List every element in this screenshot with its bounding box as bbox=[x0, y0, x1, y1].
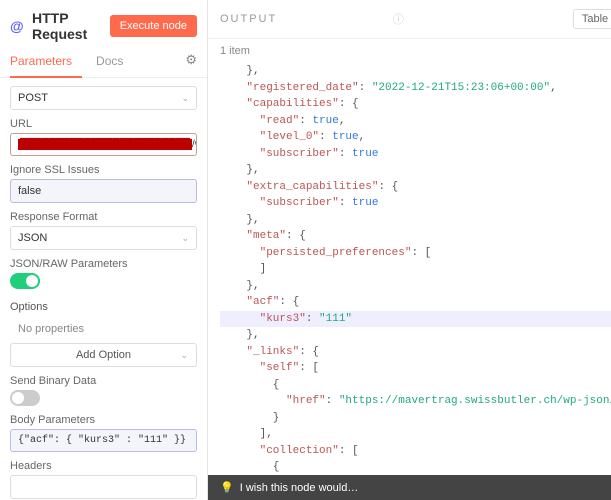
json-line: }, bbox=[220, 63, 611, 80]
output-title: OUTPUT bbox=[220, 13, 389, 25]
body-params-input[interactable]: {"acf": { "kurs3" : "111" }} bbox=[10, 429, 197, 452]
response-format-value: JSON bbox=[18, 232, 47, 244]
json-line: "subscriber": true bbox=[220, 146, 611, 163]
tab-parameters[interactable]: Parameters bbox=[10, 48, 82, 78]
json-line: { bbox=[220, 459, 611, 475]
headers-input[interactable] bbox=[10, 475, 197, 499]
json-line: "extra_capabilities": { bbox=[220, 179, 611, 196]
node-title: HTTP Request bbox=[32, 10, 110, 42]
json-line: "level_0": true, bbox=[220, 129, 611, 146]
ignore-ssl-label: Ignore SSL Issues bbox=[10, 164, 197, 176]
json-line: }, bbox=[220, 212, 611, 229]
json-line: "href": "https://mavertrag.swissbutler.c… bbox=[220, 393, 611, 410]
json-output[interactable]: ⧉ }, "registered_date": "2022-12-21T15:2… bbox=[208, 59, 611, 475]
ignore-ssl-input[interactable]: false bbox=[10, 179, 197, 203]
json-line: "kurs3": "111" bbox=[220, 311, 611, 328]
view-table[interactable]: Table bbox=[574, 10, 611, 28]
output-header: OUTPUT ⓘ Table JSON ✎ 📌 bbox=[208, 0, 611, 39]
json-line: } bbox=[220, 410, 611, 427]
json-line: "persisted_preferences": [ bbox=[220, 245, 611, 262]
form: POST ⌄ URL ████████████████████████/wp-j… bbox=[0, 78, 207, 500]
send-binary-toggle[interactable] bbox=[10, 390, 40, 406]
json-line: }, bbox=[220, 278, 611, 295]
item-count: 1 item bbox=[208, 39, 611, 59]
json-line: "subscriber": true bbox=[220, 195, 611, 212]
json-line: "capabilities": { bbox=[220, 96, 611, 113]
output-panel: OUTPUT ⓘ Table JSON ✎ 📌 1 item ⧉ }, "reg… bbox=[208, 0, 611, 500]
json-line: }, bbox=[220, 162, 611, 179]
chevron-down-icon: ⌄ bbox=[180, 350, 188, 361]
execute-button[interactable]: Execute node bbox=[110, 15, 197, 37]
add-option-button[interactable]: Add Option ⌄ bbox=[10, 343, 197, 367]
body-params-label: Body Parameters bbox=[10, 414, 197, 426]
json-line: ] bbox=[220, 261, 611, 278]
http-icon: @ bbox=[10, 18, 26, 34]
json-raw-toggle[interactable] bbox=[10, 273, 40, 289]
send-binary-label: Send Binary Data bbox=[10, 375, 197, 387]
chevron-down-icon: ⌄ bbox=[181, 233, 189, 244]
json-line: { bbox=[220, 377, 611, 394]
tab-docs[interactable]: Docs bbox=[96, 48, 133, 77]
bulb-icon: 💡 bbox=[220, 481, 234, 494]
chevron-down-icon: ⌄ bbox=[181, 93, 189, 104]
json-line: "acf": { bbox=[220, 294, 611, 311]
method-select[interactable]: POST ⌄ bbox=[10, 86, 197, 110]
json-line: "_links": { bbox=[220, 344, 611, 361]
view-switch: Table JSON bbox=[573, 9, 611, 29]
json-line: "registered_date": "2022-12-21T15:23:06+… bbox=[220, 80, 611, 97]
parameters-panel: @ HTTP Request Execute node Parameters D… bbox=[0, 0, 208, 500]
json-raw-label: JSON/RAW Parameters bbox=[10, 258, 197, 270]
json-line: "collection": [ bbox=[220, 443, 611, 460]
headers-label: Headers bbox=[10, 460, 197, 472]
feedback-footer[interactable]: 💡 I wish this node would… bbox=[208, 475, 611, 500]
json-line: ], bbox=[220, 426, 611, 443]
node-header: @ HTTP Request Execute node bbox=[0, 0, 207, 48]
no-properties: No properties bbox=[10, 319, 197, 339]
response-format-select[interactable]: JSON ⌄ bbox=[10, 226, 197, 250]
url-label: URL bbox=[10, 118, 197, 130]
info-icon: ⓘ bbox=[393, 11, 404, 27]
method-value: POST bbox=[18, 92, 48, 104]
gear-icon[interactable]: ⚙ bbox=[185, 52, 197, 68]
tabs: Parameters Docs ⚙ bbox=[0, 48, 207, 78]
options-label: Options bbox=[10, 301, 197, 313]
json-line: "meta": { bbox=[220, 228, 611, 245]
json-line: }, bbox=[220, 327, 611, 344]
json-line: "self": [ bbox=[220, 360, 611, 377]
response-format-label: Response Format bbox=[10, 211, 197, 223]
url-input[interactable]: ████████████████████████/wp-json/wp/v2/u… bbox=[10, 133, 197, 156]
json-line: "read": true, bbox=[220, 113, 611, 130]
